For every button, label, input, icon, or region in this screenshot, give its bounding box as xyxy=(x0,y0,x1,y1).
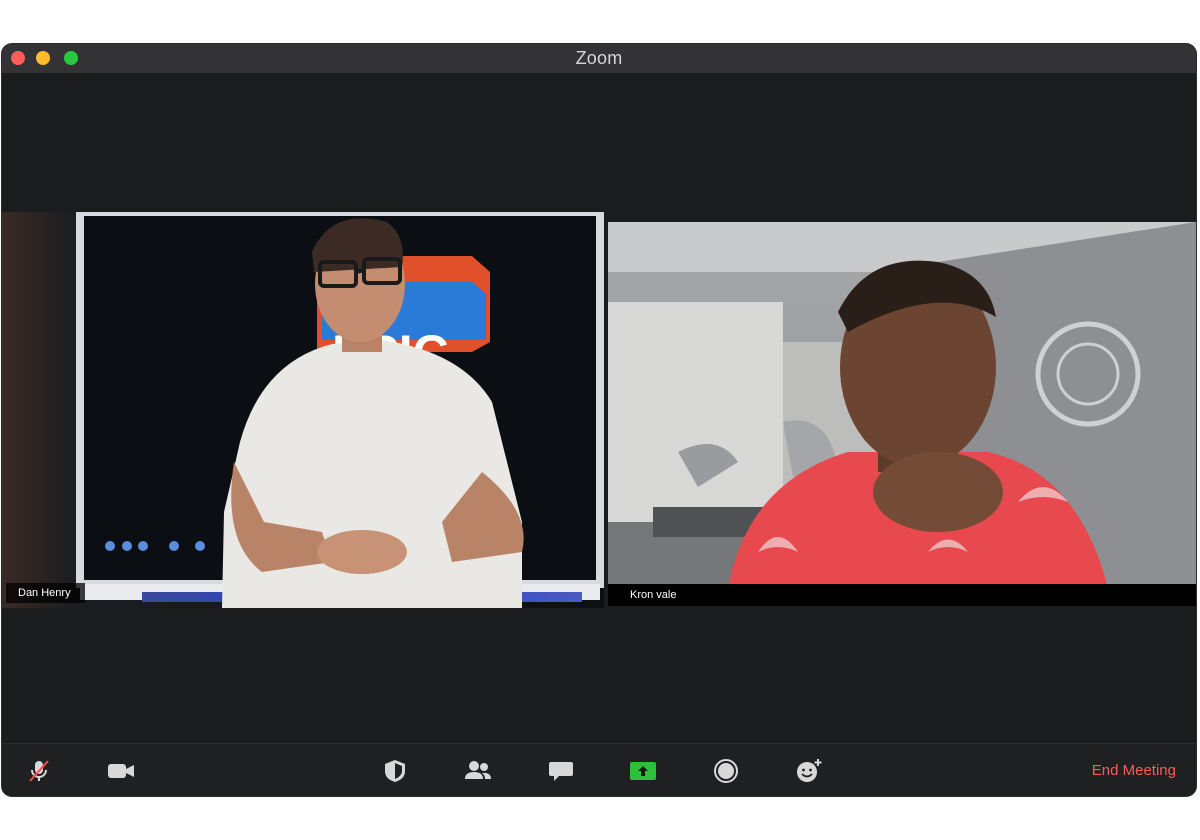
meeting-toolbar: End Meeting xyxy=(2,743,1196,796)
participant-video-kron-vale xyxy=(608,222,1196,588)
record-button[interactable] xyxy=(711,758,741,784)
zoom-window: Zoom Dan Henry Kron vale End Meeting xyxy=(2,44,1196,796)
participant-video-dan-henry: EPIC xyxy=(2,212,604,608)
participant-tile-dan-henry[interactable]: EPIC xyxy=(2,212,604,608)
chat-button[interactable] xyxy=(546,758,576,784)
participants-icon xyxy=(465,761,491,779)
share-screen-button[interactable] xyxy=(628,758,658,784)
title-bar: Zoom xyxy=(2,44,1196,74)
record-icon xyxy=(714,759,738,783)
participant-name-label: Kron vale xyxy=(608,584,1196,606)
participants-button[interactable] xyxy=(463,758,493,784)
reactions-button[interactable] xyxy=(794,758,824,784)
end-meeting-button[interactable]: End Meeting xyxy=(1092,762,1176,779)
window-title: Zoom xyxy=(575,48,623,68)
security-button[interactable] xyxy=(380,758,410,784)
video-camera-icon xyxy=(108,764,134,778)
chat-icon xyxy=(549,762,573,781)
participant-tile-kron-vale[interactable]: Kron vale xyxy=(608,222,1196,606)
video-stage: EPIC xyxy=(2,74,1196,744)
reactions-icon xyxy=(797,759,822,782)
security-shield-icon xyxy=(385,760,405,782)
microphone-muted-icon xyxy=(29,760,49,782)
mute-button[interactable] xyxy=(24,758,54,784)
video-button[interactable] xyxy=(106,758,136,784)
share-screen-icon xyxy=(630,762,656,780)
participant-name-label: Dan Henry xyxy=(6,583,85,603)
